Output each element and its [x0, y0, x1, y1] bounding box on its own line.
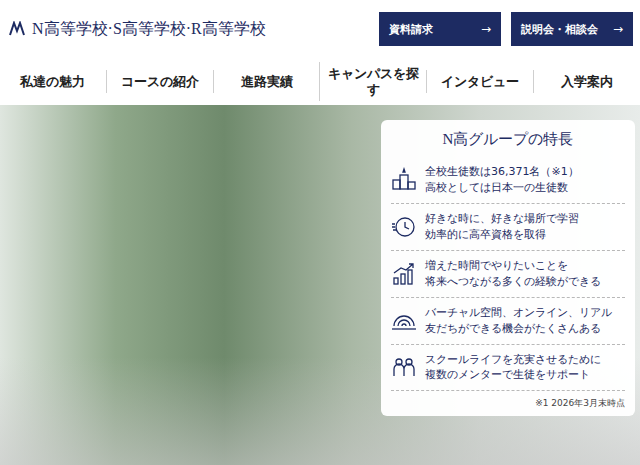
- feature-line: バーチャル空間、オンライン、リアル: [425, 305, 612, 321]
- feature-row: 全校生徒数は36,371名（※1）高校としては日本一の生徒数: [391, 157, 625, 204]
- header-button[interactable]: 説明会・相談会 →: [511, 12, 633, 46]
- feature-line: 好きな時に、好きな場所で学習: [425, 211, 579, 227]
- feature-line: 友だちができる機会がたくさんある: [425, 321, 612, 337]
- growth-icon: [391, 261, 417, 287]
- card-title: N高グループの特長: [391, 126, 625, 157]
- feature-line: 増えた時間でやりたいことを: [425, 258, 601, 274]
- hero: N高グループの特長全校生徒数は36,371名（※1）高校としては日本一の生徒数好…: [0, 105, 640, 465]
- nav-item[interactable]: 入学案内: [533, 70, 640, 94]
- logo-icon: [8, 21, 28, 37]
- feature-row: 増えた時間でやりたいことを将来へつながる多くの経験ができる: [391, 251, 625, 298]
- logo-text: N高等学校·S高等学校·R高等学校: [32, 19, 266, 40]
- button-label: 説明会・相談会: [521, 22, 598, 37]
- clock-icon: [391, 214, 417, 240]
- logo[interactable]: N高等学校·S高等学校·R高等学校: [8, 19, 266, 40]
- nav-item[interactable]: キャンパスを探す: [319, 62, 426, 101]
- podium-icon: [391, 167, 417, 193]
- feature-line: スクールライフを充実させるために: [425, 352, 601, 368]
- feature-line: 全校生徒数は36,371名（※1）: [425, 164, 579, 180]
- header-buttons: 資料請求 → 説明会・相談会 →: [379, 12, 633, 46]
- page: N高等学校·S高等学校·R高等学校 資料請求 → 説明会・相談会 → 私達の魅力コースの紹…: [0, 0, 640, 465]
- feature-row: 好きな時に、好きな場所で学習効率的に高卒資格を取得: [391, 204, 625, 251]
- features-card: N高グループの特長全校生徒数は36,371名（※1）高校としては日本一の生徒数好…: [381, 120, 635, 416]
- nav-item[interactable]: インタビュー: [426, 70, 533, 94]
- feature-line: 複数のメンターで生徒をサポート: [425, 367, 601, 383]
- button-label: 資料請求: [389, 22, 433, 37]
- footnote: ※1 2026年3月末時点: [391, 391, 625, 410]
- network-icon: [391, 308, 417, 334]
- arrow-icon: →: [613, 22, 623, 36]
- nav-item[interactable]: 進路実績: [213, 70, 320, 94]
- header-button[interactable]: 資料請求 →: [379, 12, 501, 46]
- main-nav: 私達の魅力コースの紹介進路実績キャンパスを探すインタビュー入学案内: [0, 58, 640, 105]
- feature-line: 効率的に高卒資格を取得: [425, 227, 579, 243]
- feature-text: 増えた時間でやりたいことを将来へつながる多くの経験ができる: [425, 258, 601, 290]
- feature-row: バーチャル空間、オンライン、リアル友だちができる機会がたくさんある: [391, 298, 625, 345]
- header: N高等学校·S高等学校·R高等学校 資料請求 → 説明会・相談会 →: [0, 0, 640, 46]
- feature-text: 好きな時に、好きな場所で学習効率的に高卒資格を取得: [425, 211, 579, 243]
- feature-line: 高校としては日本一の生徒数: [425, 180, 579, 196]
- nav-item[interactable]: コースの紹介: [106, 70, 213, 94]
- feature-text: バーチャル空間、オンライン、リアル友だちができる機会がたくさんある: [425, 305, 612, 337]
- arrow-icon: →: [481, 22, 491, 36]
- feature-row: スクールライフを充実させるために複数のメンターで生徒をサポート: [391, 345, 625, 392]
- feature-line: 将来へつながる多くの経験ができる: [425, 274, 601, 290]
- feature-text: 全校生徒数は36,371名（※1）高校としては日本一の生徒数: [425, 164, 579, 196]
- nav-item[interactable]: 私達の魅力: [0, 70, 106, 94]
- people-icon: [391, 354, 417, 380]
- feature-text: スクールライフを充実させるために複数のメンターで生徒をサポート: [425, 352, 601, 384]
